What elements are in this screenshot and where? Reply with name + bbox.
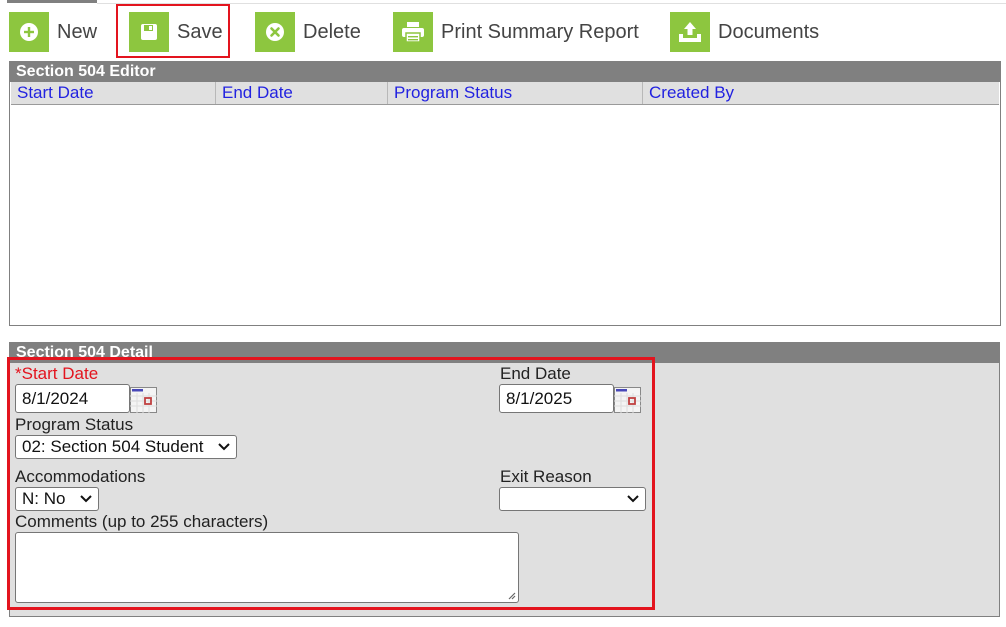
delete-button-label: Delete <box>303 20 361 43</box>
accommodations-select[interactable]: N: No <box>15 487 99 511</box>
tab-strip-rule <box>97 3 1006 4</box>
delete-button[interactable]: Delete <box>255 11 361 53</box>
print-summary-report-label: Print Summary Report <box>441 20 639 43</box>
program-status-select[interactable]: 02: Section 504 Student <box>15 435 237 459</box>
accommodations-value: N: No <box>22 489 66 508</box>
start-date-calendar-icon[interactable] <box>130 387 157 413</box>
chevron-down-icon <box>627 495 639 503</box>
plus-circle-icon <box>9 12 49 52</box>
print-summary-report-button[interactable]: Print Summary Report <box>393 11 639 53</box>
exit-reason-label: Exit Reason <box>500 467 592 486</box>
comments-textarea[interactable] <box>15 532 519 603</box>
accommodations-label: Accommodations <box>15 467 146 486</box>
floppy-disk-icon <box>129 12 169 52</box>
section-504-editor-panel: Section 504 Editor Start Date End Date P… <box>9 61 1001 326</box>
printer-icon <box>393 12 433 52</box>
program-status-value: 02: Section 504 Student <box>22 437 204 456</box>
upload-tray-icon <box>670 12 710 52</box>
save-button-label: Save <box>177 20 223 43</box>
column-header-program-status[interactable]: Program Status <box>388 82 643 104</box>
editor-title: Section 504 Editor <box>10 62 1000 82</box>
program-status-label: Program Status <box>15 415 134 434</box>
resize-grip-icon[interactable] <box>506 590 516 600</box>
column-header-end-date[interactable]: End Date <box>216 82 388 104</box>
editor-grid-body <box>10 105 1000 323</box>
start-date-input[interactable] <box>15 384 130 413</box>
column-header-created-by[interactable]: Created By <box>643 82 999 104</box>
documents-button-label: Documents <box>718 20 820 43</box>
documents-button[interactable]: Documents <box>670 11 819 53</box>
chevron-down-icon <box>218 443 230 451</box>
comments-label: Comments (up to 255 characters) <box>15 512 269 531</box>
column-header-start-date[interactable]: Start Date <box>11 82 216 104</box>
end-date-calendar-icon[interactable] <box>614 387 641 413</box>
start-date-label: *Start Date <box>15 364 99 383</box>
active-tab-indicator <box>7 0 97 3</box>
save-button[interactable]: Save <box>129 11 223 53</box>
end-date-input[interactable] <box>499 384 614 413</box>
end-date-label: End Date <box>500 364 571 383</box>
new-button-label: New <box>57 20 98 43</box>
detail-title: Section 504 Detail <box>10 342 999 363</box>
new-button[interactable]: New <box>9 11 97 53</box>
chevron-down-icon <box>80 495 92 503</box>
toolbar: New Save Delete Print Summary Report Doc… <box>0 11 1006 53</box>
x-circle-icon <box>255 12 295 52</box>
exit-reason-select[interactable] <box>499 487 646 511</box>
editor-grid-header: Start Date End Date Program Status Creat… <box>11 82 999 105</box>
